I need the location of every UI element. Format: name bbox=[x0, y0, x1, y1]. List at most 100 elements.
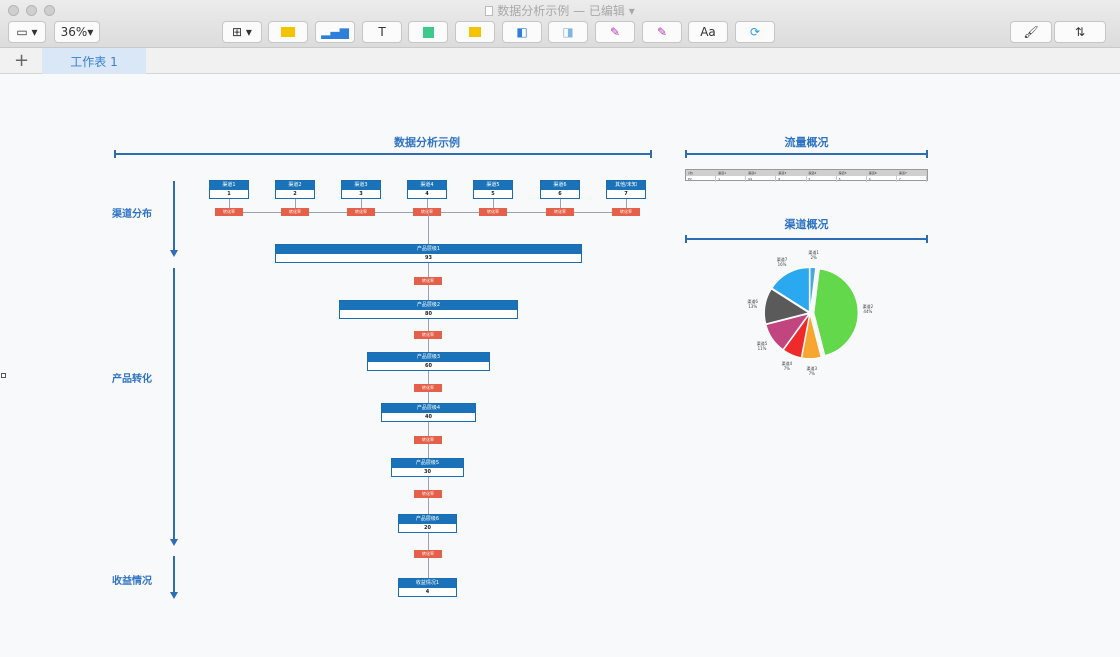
conversion-badge: 转化率 bbox=[414, 490, 442, 498]
font-button[interactable]: Aa bbox=[688, 21, 728, 43]
conversion-badge: 转化率 bbox=[347, 208, 375, 216]
funnel-name: 产品层级1 bbox=[276, 245, 581, 254]
channel-value: 1 bbox=[227, 191, 231, 197]
main-title: 数据分析示例 bbox=[394, 136, 460, 149]
document-name: 数据分析示例 bbox=[497, 4, 570, 18]
text-icon: T bbox=[378, 25, 386, 39]
table-button[interactable] bbox=[268, 21, 308, 43]
channel-box[interactable]: 渠道2 2 bbox=[275, 180, 315, 199]
pie-label: 渠道6 13% bbox=[741, 299, 765, 309]
channel-value: 6 bbox=[558, 191, 562, 197]
shape-button[interactable] bbox=[408, 21, 448, 43]
conversion-badge: 转化率 bbox=[414, 331, 442, 339]
product-arrow bbox=[170, 268, 178, 546]
funnel-spine bbox=[428, 212, 429, 592]
send-backward-button[interactable]: ◨ bbox=[548, 21, 588, 43]
channel-box[interactable]: 渠道3 3 bbox=[341, 180, 381, 199]
channel-box[interactable]: 渠道5 5 bbox=[473, 180, 513, 199]
channel-value: 7 bbox=[624, 191, 628, 197]
conversion-badge: 转化率 bbox=[414, 550, 442, 558]
traffic-title: 流量概况 bbox=[784, 136, 829, 149]
zoom-menu-button[interactable]: 36% ▾ bbox=[54, 21, 100, 43]
pie-label: 渠道1 2% bbox=[802, 250, 826, 260]
channel-link bbox=[493, 199, 494, 208]
table-cell: 5 bbox=[807, 176, 837, 182]
funnel-name: 产品层级3 bbox=[368, 353, 489, 362]
funnel-value: 20 bbox=[424, 525, 431, 531]
format-button[interactable]: 🖌 bbox=[1010, 21, 1052, 43]
shape-icon bbox=[422, 26, 434, 38]
channel-box[interactable]: 渠道6 6 bbox=[540, 180, 580, 199]
stroke-picker-button[interactable]: ✎ bbox=[642, 21, 682, 43]
funnel-box[interactable]: 产品层级5 30 bbox=[391, 458, 464, 477]
selection-handle[interactable] bbox=[1, 373, 6, 378]
comment-button[interactable] bbox=[455, 21, 495, 43]
channel-box[interactable]: 其他/未知 7 bbox=[606, 180, 646, 199]
pie-slice[interactable] bbox=[813, 268, 859, 356]
funnel-box[interactable]: 产品层级3 60 bbox=[367, 352, 490, 371]
revenue-box[interactable]: 收益情况1 4 bbox=[398, 578, 457, 597]
window-title: 数据分析示例 — 已编辑 ▾ bbox=[0, 2, 1120, 19]
traffic-title-line bbox=[685, 150, 928, 158]
channel-box[interactable]: 渠道1 1 bbox=[209, 180, 249, 199]
conversion-badge: 转化率 bbox=[414, 277, 442, 285]
tab-sheet-1[interactable]: 工作表 1 bbox=[42, 48, 146, 74]
refresh-button[interactable]: ⟳ bbox=[735, 21, 775, 43]
funnel-value: 93 bbox=[425, 255, 432, 261]
view-menu-button[interactable]: ▭ ▾ bbox=[8, 21, 46, 43]
text-button[interactable]: T bbox=[362, 21, 402, 43]
funnel-value: 4 bbox=[425, 589, 430, 595]
funnel-name: 产品层级6 bbox=[399, 515, 456, 524]
window-titlebar: 数据分析示例 — 已编辑 ▾ ▭ ▾ 36% ▾ ⊞ ▾ ▂▄▆ T ◧ ◨ ✎… bbox=[0, 0, 1120, 48]
pie-label-pct: 44% bbox=[863, 309, 873, 315]
table-cell: 5 bbox=[837, 176, 867, 182]
funnel-box[interactable]: 产品层级4 40 bbox=[381, 403, 476, 422]
pie-label-pct: 2% bbox=[810, 255, 817, 261]
funnel-value: 40 bbox=[425, 414, 432, 420]
channel-box[interactable]: 渠道4 4 bbox=[407, 180, 447, 199]
funnel-box[interactable]: 产品层级2 80 bbox=[339, 300, 518, 319]
traffic-table[interactable]: (次) 渠道1 渠道2 渠道3 渠道4 渠道5 渠道6 渠道7 PV 1 64 8 5 5 4 7 bbox=[685, 169, 928, 182]
table-cell: 7 bbox=[897, 176, 927, 182]
sort-button[interactable]: ⇅ bbox=[1054, 21, 1106, 43]
section-channel: 渠道分布 bbox=[112, 209, 152, 220]
funnel-value: 80 bbox=[425, 311, 432, 317]
pie-label: 渠道7 16% bbox=[770, 257, 794, 267]
funnel-name: 收益情况1 bbox=[399, 579, 456, 588]
channel-link bbox=[560, 199, 561, 208]
main-title-line bbox=[114, 150, 652, 158]
pie-label-pct: 7% bbox=[808, 370, 815, 376]
eyedropper-stroke-icon: ✎ bbox=[656, 25, 668, 39]
fill-picker-button[interactable]: ✎ bbox=[595, 21, 635, 43]
channel-name: 渠道2 bbox=[276, 181, 314, 190]
section-revenue: 收益情况 bbox=[112, 576, 152, 587]
sheet-tabbar: + 工作表 1 bbox=[0, 48, 1120, 74]
pie-label-pct: 16% bbox=[777, 262, 787, 268]
chart-button[interactable]: ▂▄▆ bbox=[315, 21, 355, 43]
pie-label: 渠道3 7% bbox=[800, 366, 824, 376]
funnel-box[interactable]: 产品层级1 93 bbox=[275, 244, 582, 263]
pie-label-pct: 13% bbox=[748, 303, 758, 309]
channel-value: 5 bbox=[491, 191, 495, 197]
add-sheet-icon[interactable]: + bbox=[14, 50, 29, 71]
funnel-box[interactable]: 产品层级6 20 bbox=[398, 514, 457, 533]
font-icon: Aa bbox=[700, 25, 716, 39]
table-cell: 4 bbox=[867, 176, 897, 182]
tab-label: 工作表 1 bbox=[70, 54, 118, 69]
channel-name: 渠道4 bbox=[408, 181, 446, 190]
comment-icon bbox=[469, 27, 481, 37]
channel-name: 渠道3 bbox=[342, 181, 380, 190]
eyedropper-icon: ✎ bbox=[609, 25, 621, 39]
funnel-name: 产品层级2 bbox=[340, 301, 517, 310]
table-cell: PV bbox=[686, 176, 717, 182]
paintbrush-icon: 🖌 bbox=[1023, 25, 1039, 39]
channel-title-line bbox=[685, 235, 928, 243]
bring-forward-icon: ◧ bbox=[516, 25, 528, 39]
section-product: 产品转化 bbox=[112, 374, 152, 385]
add-category-icon: ⊞ ▾ bbox=[232, 25, 252, 39]
pie-label: 渠道5 11% bbox=[750, 341, 774, 351]
add-category-button[interactable]: ⊞ ▾ bbox=[222, 21, 262, 43]
bring-forward-button[interactable]: ◧ bbox=[502, 21, 542, 43]
table-cell: 1 bbox=[716, 176, 747, 182]
sidebar-icon: ▭ ▾ bbox=[16, 25, 38, 39]
